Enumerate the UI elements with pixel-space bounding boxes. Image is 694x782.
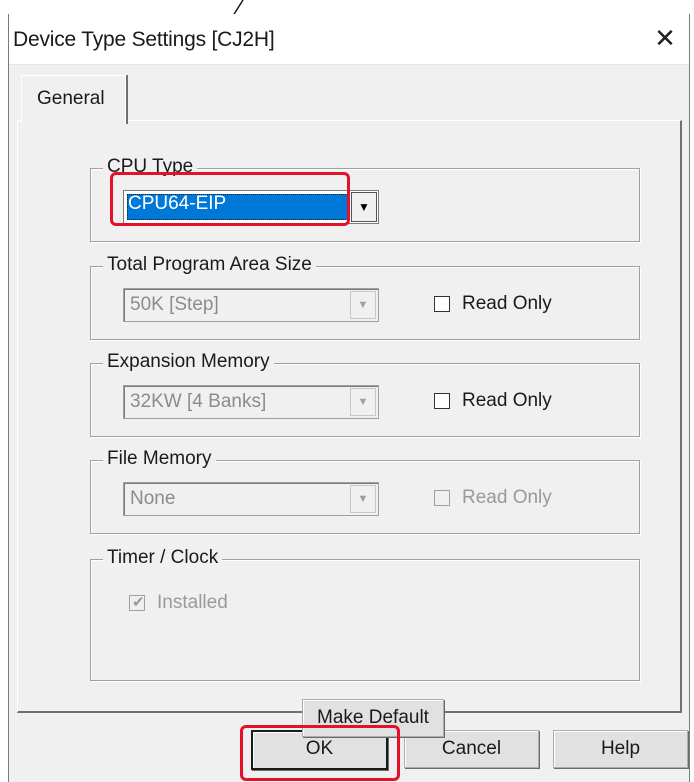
device-type-settings-dialog: Device Type Settings [CJ2H] ✕ General CP… — [8, 14, 690, 782]
close-button[interactable]: ✕ — [649, 22, 681, 54]
expansion-memory-value: 32KW [4 Banks] — [130, 391, 267, 412]
expansion-memory-group: Expansion Memory 32KW [4 Banks] ▼ Read O… — [90, 350, 640, 437]
cpu-type-highlight — [110, 172, 350, 226]
chevron-down-icon[interactable]: ▼ — [350, 388, 376, 416]
timer-clock-label: Timer / Clock — [103, 546, 223, 570]
expansion-memory-label: Expansion Memory — [103, 350, 274, 374]
window-title: Device Type Settings [CJ2H] — [13, 28, 275, 51]
checkbox-box[interactable] — [434, 296, 450, 312]
program-area-group: Total Program Area Size 50K [Step] ▼ Rea… — [90, 253, 640, 340]
chevron-down-icon[interactable]: ▼ — [350, 291, 376, 319]
program-area-label: Total Program Area Size — [103, 253, 316, 277]
tab-general[interactable]: General — [21, 75, 126, 124]
help-button[interactable]: Help — [553, 730, 688, 768]
installed-label: Installed — [157, 592, 228, 613]
file-memory-value: None — [130, 488, 176, 509]
timer-clock-group: Timer / Clock ✔ Installed — [90, 546, 640, 681]
title-bar: Device Type Settings [CJ2H] ✕ — [9, 14, 689, 65]
file-memory-group: File Memory None ▼ Read Only — [90, 447, 640, 534]
close-icon: ✕ — [654, 23, 676, 53]
read-only-label: Read Only — [462, 487, 552, 508]
checkmark-icon: ✔ — [132, 594, 145, 611]
program-area-value: 50K [Step] — [130, 294, 219, 315]
ok-button-highlight — [240, 725, 400, 781]
checkbox-box[interactable] — [434, 490, 450, 506]
chevron-down-icon[interactable]: ▼ — [350, 485, 376, 513]
file-memory-select[interactable]: None ▼ — [123, 482, 379, 516]
checkbox-box[interactable]: ✔ — [129, 594, 145, 611]
file-memory-label: File Memory — [103, 447, 216, 471]
tab-general-label: General — [37, 88, 105, 109]
program-area-select[interactable]: 50K [Step] ▼ — [123, 288, 379, 322]
expansion-memory-select[interactable]: 32KW [4 Banks] ▼ — [123, 385, 379, 419]
checkbox-box[interactable] — [434, 393, 450, 409]
read-only-label: Read Only — [462, 390, 552, 411]
read-only-label: Read Only — [462, 293, 552, 314]
chevron-down-icon[interactable]: ▼ — [351, 192, 377, 222]
